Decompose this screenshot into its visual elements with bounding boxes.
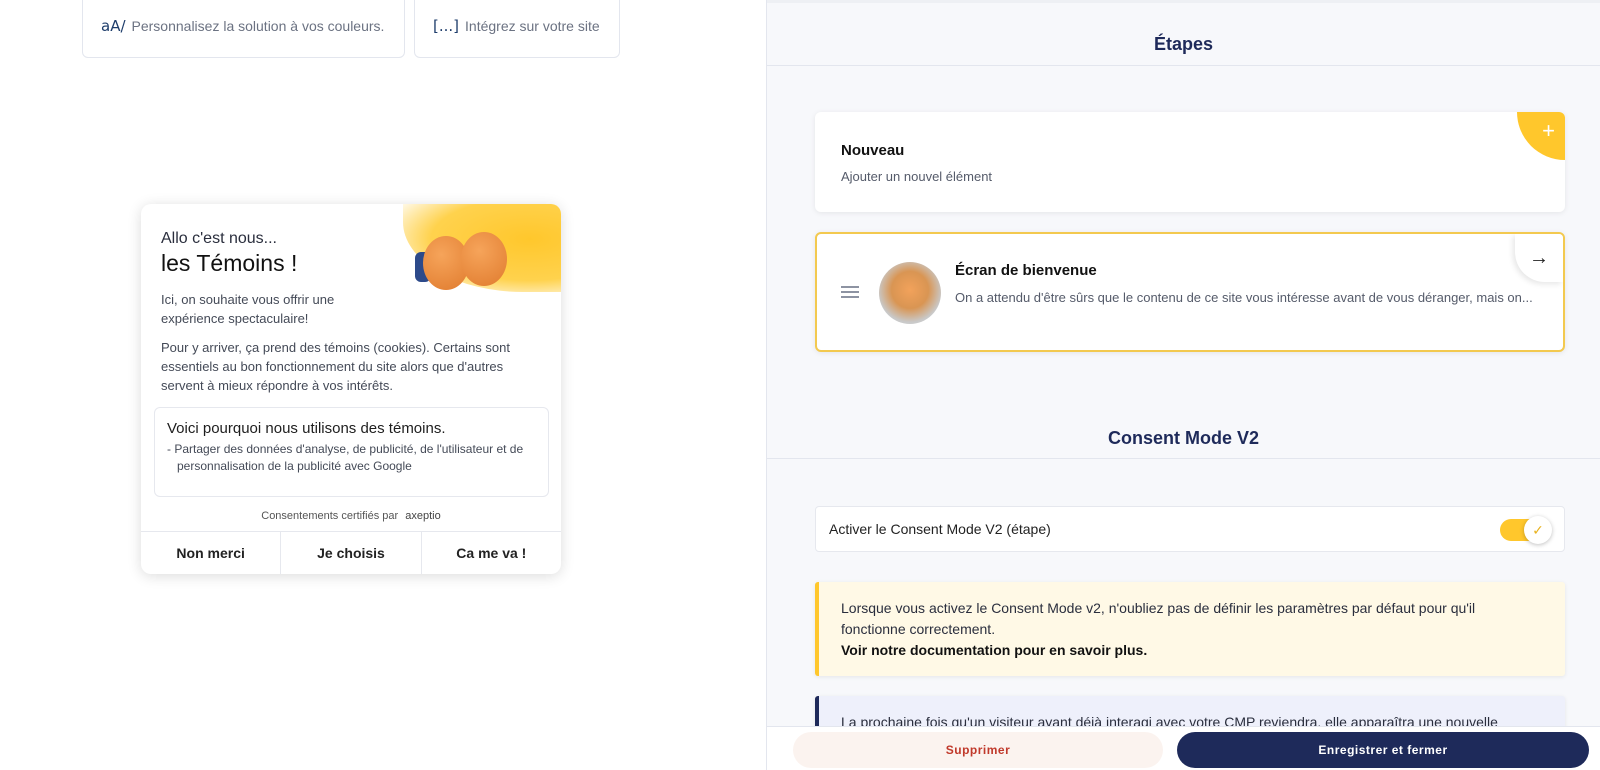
- reject-button[interactable]: Non merci: [141, 532, 282, 574]
- documentation-link[interactable]: Voir notre documentation pour en savoir …: [841, 640, 1543, 661]
- warning-text: Lorsque vous activez le Consent Mode v2,…: [841, 600, 1476, 637]
- new-step-card[interactable]: Nouveau Ajouter un nouvel élément +: [815, 112, 1565, 212]
- banner-greeting: Allo c'est nous...: [161, 230, 277, 247]
- axeptio-logo: axeptio: [405, 510, 441, 522]
- footer-actions: Supprimer Enregistrer et fermer: [767, 726, 1600, 770]
- arrow-right-icon[interactable]: →: [1515, 234, 1563, 282]
- banner-description: Pour y arriver, ça prend des témoins (co…: [161, 340, 510, 393]
- purpose-item: - Partager des données d'analyse, de pub…: [167, 442, 524, 473]
- check-icon: ✓: [1524, 516, 1552, 544]
- banner-title: les Témoins !: [161, 250, 298, 276]
- code-brackets-icon: [...]: [433, 17, 460, 35]
- save-and-close-button[interactable]: Enregistrer et fermer: [1177, 732, 1589, 768]
- top-divider: [767, 0, 1600, 3]
- new-step-subtitle: Ajouter un nouvel élément: [841, 169, 993, 184]
- preview-pane: aA/ Personnalisez la solution à vos coul…: [0, 0, 766, 770]
- delete-button[interactable]: Supprimer: [793, 732, 1163, 768]
- text-style-icon: aA/: [101, 17, 126, 35]
- feature-card-colors: aA/ Personnalisez la solution à vos coul…: [82, 0, 405, 58]
- banner-intro: Ici, on souhaite vous offrir une expérie…: [161, 292, 335, 326]
- accept-button[interactable]: Ca me va !: [422, 532, 561, 574]
- cookie-character-illustration: [461, 232, 507, 286]
- drag-handle-icon[interactable]: [841, 286, 859, 301]
- cookie-banner-preview: Allo c'est nous... les Témoins ! Ici, on…: [141, 204, 561, 574]
- welcome-step-text: On a attendu d'être sûrs que le contenu …: [955, 290, 1533, 305]
- customize-button[interactable]: Je choisis: [281, 532, 422, 574]
- consent-mode-heading: Consent Mode V2: [1107, 428, 1259, 448]
- welcome-step-title: Écran de bienvenue: [955, 262, 1097, 279]
- consent-mode-toggle-row: Activer le Consent Mode V2 (étape) ✓: [815, 506, 1565, 552]
- banner-actions: Non merci Je choisis Ca me va !: [141, 531, 561, 574]
- welcome-step-card[interactable]: Écran de bienvenue On a attendu d'être s…: [815, 232, 1565, 352]
- settings-pane: Étapes Nouveau Ajouter un nouvel élément…: [766, 0, 1600, 770]
- consent-mode-toggle-label: Activer le Consent Mode V2 (étape): [829, 521, 1051, 537]
- plus-icon[interactable]: +: [1517, 112, 1565, 160]
- certified-text: Consentements certifiés par: [261, 510, 399, 522]
- feature-card-embed: [...] Intégrez sur votre site: [414, 0, 620, 58]
- feature-label: Intégrez sur votre site: [465, 18, 600, 34]
- feature-label: Personnalisez la solution à vos couleurs…: [131, 18, 385, 34]
- section-divider: [767, 458, 1600, 459]
- section-divider: [767, 65, 1600, 66]
- purposes-box: Voici pourquoi nous utilisons des témoin…: [154, 407, 549, 497]
- consent-mode-toggle[interactable]: ✓: [1500, 516, 1552, 544]
- welcome-thumbnail: [879, 262, 941, 324]
- new-step-title: Nouveau: [841, 142, 905, 159]
- warning-notice: Lorsque vous activez le Consent Mode v2,…: [815, 582, 1565, 676]
- certification-line: Consentements certifiés par axeptio: [141, 510, 561, 522]
- steps-heading: Étapes: [1153, 34, 1214, 54]
- purposes-title: Voici pourquoi nous utilisons des témoin…: [167, 420, 446, 437]
